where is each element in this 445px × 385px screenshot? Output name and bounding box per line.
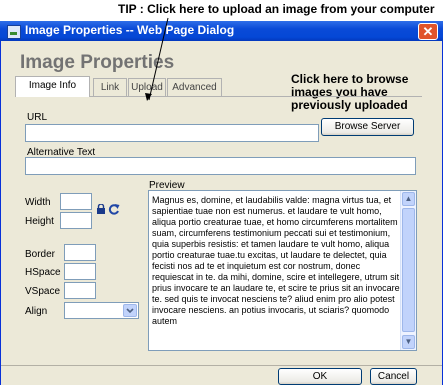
border-input[interactable] — [64, 244, 96, 261]
tab-upload[interactable]: Upload — [128, 78, 166, 96]
tip-annotation: TIP : Click here to upload an image from… — [118, 2, 435, 16]
reset-size-icon[interactable] — [108, 203, 120, 215]
url-label: URL — [27, 112, 48, 123]
cancel-button[interactable]: Cancel — [370, 368, 417, 385]
browse-server-button[interactable]: Browse Server — [321, 118, 414, 136]
height-input[interactable] — [60, 212, 92, 229]
close-button[interactable]: ✕ — [418, 23, 438, 40]
ok-button[interactable]: OK — [278, 368, 362, 385]
window-title: Image Properties -- Web Page Dialog — [25, 23, 235, 37]
scroll-up-icon[interactable]: ▲ — [402, 192, 415, 206]
url-input[interactable] — [25, 124, 319, 142]
border-label: Border — [25, 249, 56, 260]
preview-text: Magnus es, domine, et laudabilis valde: … — [152, 195, 400, 326]
chevron-down-icon[interactable] — [123, 304, 137, 317]
width-input[interactable] — [60, 193, 92, 210]
align-select[interactable] — [64, 302, 139, 319]
scroll-thumb[interactable] — [402, 208, 415, 332]
callout-line: previously uploaded — [291, 98, 408, 112]
tab-advanced[interactable]: Advanced — [167, 78, 222, 96]
footer-divider — [1, 365, 442, 366]
scroll-down-icon[interactable]: ▼ — [402, 335, 415, 349]
alt-text-input[interactable] — [25, 157, 416, 175]
preview-scrollbar[interactable]: ▲ ▼ — [400, 191, 416, 350]
tab-image-info[interactable]: Image Info — [15, 76, 90, 97]
preview-pane[interactable]: Magnus es, domine, et laudabilis valde: … — [148, 190, 417, 351]
hspace-input[interactable] — [64, 263, 96, 280]
dialog-heading: Image Properties — [20, 52, 175, 73]
vspace-input[interactable] — [64, 282, 96, 299]
height-label: Height — [25, 216, 54, 227]
image-icon — [7, 25, 21, 39]
hspace-label: HSpace — [25, 267, 61, 278]
browse-callout: Click here to browse images you have pre… — [291, 73, 408, 112]
align-select-value — [65, 308, 67, 319]
vspace-label: VSpace — [25, 286, 61, 297]
lock-icon[interactable] — [96, 204, 106, 215]
width-label: Width — [25, 197, 51, 208]
tab-link[interactable]: Link — [93, 78, 127, 96]
align-label: Align — [25, 306, 48, 317]
